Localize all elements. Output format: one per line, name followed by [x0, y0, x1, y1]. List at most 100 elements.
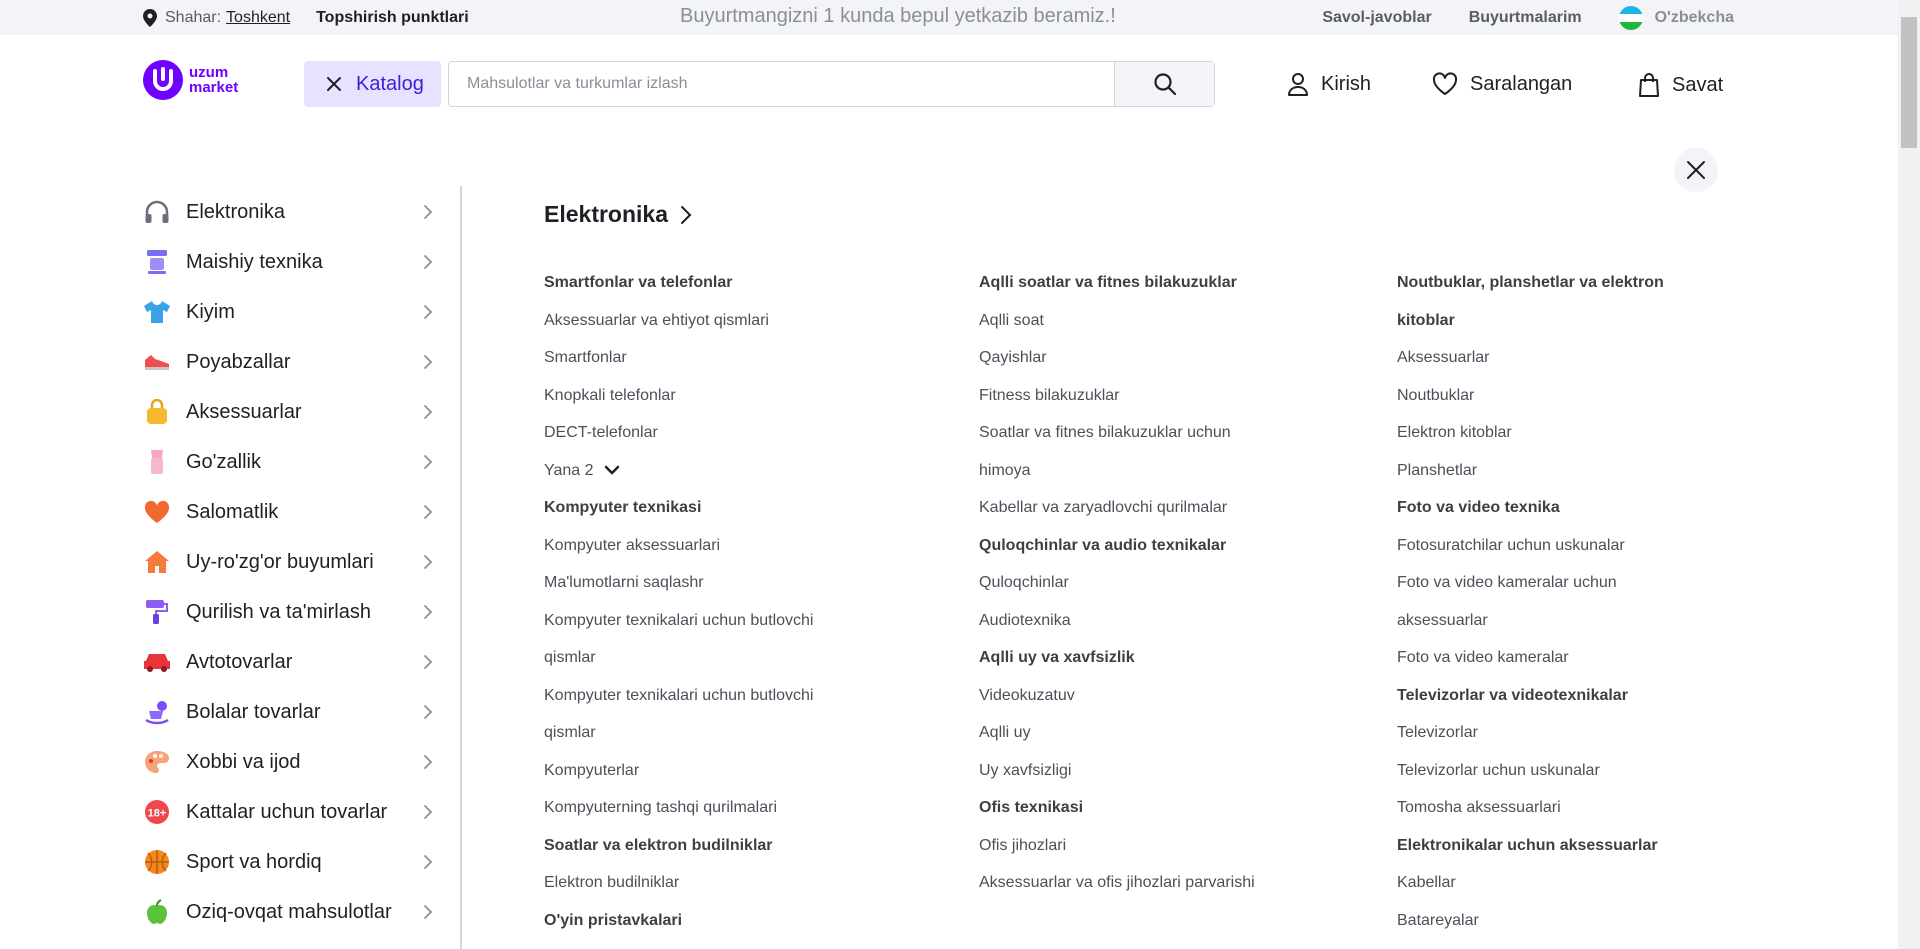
subcategory-link[interactable]: Kompyuter texnikalari uchun butlovchi — [544, 677, 874, 715]
subcategory-heading-link[interactable]: Smartfonlar va telefonlar — [544, 264, 874, 302]
subcategory-heading-link[interactable]: Quloqchinlar va audio texnikalar — [979, 527, 1309, 565]
city-selector[interactable]: Shahar: Toshkent — [143, 8, 290, 27]
sidebar-item-poyabzallar[interactable]: Poyabzallar — [143, 337, 433, 387]
subcategory-heading-link[interactable]: Kompyuter texnikasi — [544, 489, 874, 527]
subcategory-link[interactable]: Televizorlar — [1397, 714, 1697, 752]
katalog-button[interactable]: Katalog — [304, 61, 441, 107]
sidebar-item-gozallik[interactable]: Go'zallik — [143, 437, 433, 487]
shopping-bag-icon — [1639, 73, 1659, 97]
subcategory-link[interactable]: Smartfonlar — [544, 339, 874, 377]
sidebar-item-xobbi[interactable]: Xobbi va ijod — [143, 737, 433, 787]
subcategory-link[interactable]: qismlar — [544, 714, 874, 752]
subcategory-link[interactable]: Aksessuarlar va ofis jihozlari parvarish… — [979, 864, 1309, 902]
sidebar-item-qurilish[interactable]: Qurilish va ta'mirlash — [143, 587, 433, 637]
chevron-right-icon — [424, 605, 433, 619]
subcategory-heading-link[interactable]: Aqlli uy va xavfsizlik — [979, 639, 1309, 677]
subcategory-link[interactable]: Aqlli uy — [979, 714, 1309, 752]
subcategory-link[interactable]: Uy xavfsizligi — [979, 752, 1309, 790]
subcategory-link[interactable]: aksessuarlar — [1397, 602, 1697, 640]
subcategory-link[interactable]: Aksessuarlar — [1397, 339, 1697, 377]
close-catalog-button[interactable] — [1674, 148, 1718, 192]
subcategory-link[interactable]: Noutbuklar — [1397, 377, 1697, 415]
subcategory-link[interactable]: Aksessuarlar va ehtiyot qismlari — [544, 302, 874, 340]
search-button[interactable] — [1114, 62, 1214, 106]
subcategory-link[interactable]: Quloqchinlar — [979, 564, 1309, 602]
subcategory-link[interactable]: Ofis jihozlari — [979, 827, 1309, 865]
subcategory-link[interactable]: DECT-telefonlar — [544, 414, 874, 452]
sidebar-item-elektronika[interactable]: Elektronika — [143, 187, 433, 237]
cart-button[interactable]: Savat — [1638, 72, 1723, 98]
login-button[interactable]: Kirish — [1287, 72, 1371, 96]
subcategory-heading-link[interactable]: Elektronikalar uchun aksessuarlar — [1397, 827, 1697, 865]
subcategory-link[interactable]: Aqlli soat — [979, 302, 1309, 340]
svg-text:18+: 18+ — [148, 808, 167, 820]
sidebar-item-label: Sport va hordiq — [186, 850, 322, 873]
subcategory-link[interactable]: Kabellar va zaryadlovchi qurilmalar — [979, 489, 1309, 527]
chevron-right-icon — [681, 205, 692, 224]
chevron-right-icon — [424, 655, 433, 669]
uzum-market-logo[interactable]: uzum market — [143, 60, 238, 100]
sidebar-item-maishiy-texnika[interactable]: Maishiy texnika — [143, 237, 433, 287]
sidebar-item-kiyim[interactable]: Kiyim — [143, 287, 433, 337]
category-title-link[interactable]: Elektronika — [544, 201, 692, 228]
subcategory-heading-link[interactable]: O'yin pristavkalari — [544, 902, 874, 940]
subcategory-heading-link[interactable]: kitoblar — [1397, 302, 1697, 340]
subcategory-link[interactable]: Qayishlar — [979, 339, 1309, 377]
subcategory-link[interactable]: Foto va video kameralar — [1397, 639, 1697, 677]
orders-link[interactable]: Buyurtmalarim — [1469, 9, 1582, 27]
sidebar-item-uy-rozgor[interactable]: Uy-ro'zg'or buyumlari — [143, 537, 433, 587]
subcategory-link[interactable]: qismlar — [544, 639, 874, 677]
subcategory-heading-link[interactable]: Aqlli soatlar va fitnes bilakuzuklar — [979, 264, 1309, 302]
subcategory-link[interactable]: himoya — [979, 452, 1309, 490]
pickup-points-link[interactable]: Topshirish punktlari — [316, 9, 469, 27]
subcategory-link[interactable]: Kompyuterning tashqi qurilmalari — [544, 789, 874, 827]
faq-link[interactable]: Savol-javoblar — [1322, 9, 1431, 27]
subcategory-link[interactable]: Tomosha aksessuarlari — [1397, 789, 1697, 827]
subcategory-link[interactable]: Fotosuratchilar uchun uskunalar — [1397, 527, 1697, 565]
subcategory-link[interactable]: Videokuzatuv — [979, 677, 1309, 715]
sidebar-item-label: Aksessuarlar — [186, 400, 302, 423]
language-selector[interactable]: O'zbekcha — [1618, 5, 1734, 30]
sidebar-item-kattalar[interactable]: 18+ Kattalar uchun tovarlar — [143, 787, 433, 837]
sidebar-item-salomatlik[interactable]: Salomatlik — [143, 487, 433, 537]
car-icon — [143, 648, 171, 676]
chevron-right-icon — [424, 805, 433, 819]
subcategory-link[interactable]: Soatlar va fitnes bilakuzuklar uchun — [979, 414, 1309, 452]
sidebar-item-sport[interactable]: Sport va hordiq — [143, 837, 433, 887]
subcategory-link[interactable]: Knopkali telefonlar — [544, 377, 874, 415]
subcategory-heading-link[interactable]: Noutbuklar, planshetlar va elektron — [1397, 264, 1697, 302]
subcategory-link[interactable]: Planshetlar — [1397, 452, 1697, 490]
search-input[interactable] — [449, 62, 1114, 106]
subcategory-heading-link[interactable]: Televizorlar va videotexnikalar — [1397, 677, 1697, 715]
chevron-right-icon — [424, 755, 433, 769]
favorites-button[interactable]: Saralangan — [1432, 72, 1572, 96]
chevron-down-icon — [604, 466, 619, 476]
subcategory-link[interactable]: Televizorlar uchun uskunalar — [1397, 752, 1697, 790]
sidebar-item-bolalar[interactable]: Bolalar tovarlar — [143, 687, 433, 737]
sidebar-item-oziq-ovqat[interactable]: Oziq-ovqat mahsulotlar — [143, 887, 433, 937]
subcategory-heading-link[interactable]: Ofis texnikasi — [979, 789, 1309, 827]
subcategory-link[interactable]: Elektron kitoblar — [1397, 414, 1697, 452]
chevron-right-icon — [424, 205, 433, 219]
show-more-button[interactable]: Yana 2 — [544, 452, 874, 490]
subcategory-link[interactable]: Kabellar — [1397, 864, 1697, 902]
page-scrollbar[interactable] — [1898, 0, 1920, 949]
city-name-link[interactable]: Toshkent — [226, 9, 290, 27]
subcategory-link[interactable]: Elektron budilniklar — [544, 864, 874, 902]
katalog-label: Katalog — [356, 72, 424, 95]
subcategory-link[interactable]: Ma'lumotlarni saqlashr — [544, 564, 874, 602]
subcategory-heading-link[interactable]: Foto va video texnika — [1397, 489, 1697, 527]
subcategory-link[interactable]: Kompyuterlar — [544, 752, 874, 790]
city-label: Shahar: — [165, 8, 222, 26]
tshirt-icon — [143, 298, 171, 326]
subcategory-link[interactable]: Batareyalar — [1397, 902, 1697, 940]
subcategory-link[interactable]: Audiotexnika — [979, 602, 1309, 640]
sidebar-item-avtotovarlar[interactable]: Avtotovarlar — [143, 637, 433, 687]
subcategory-link[interactable]: Kompyuter texnikalari uchun butlovchi — [544, 602, 874, 640]
sidebar-item-aksessuarlar[interactable]: Aksessuarlar — [143, 387, 433, 437]
scrollbar-thumb[interactable] — [1901, 17, 1917, 148]
subcategory-heading-link[interactable]: Soatlar va elektron budilniklar — [544, 827, 874, 865]
subcategory-link[interactable]: Kompyuter aksessuarlari — [544, 527, 874, 565]
subcategory-link[interactable]: Fitness bilakuzuklar — [979, 377, 1309, 415]
subcategory-link[interactable]: Foto va video kameralar uchun — [1397, 564, 1697, 602]
